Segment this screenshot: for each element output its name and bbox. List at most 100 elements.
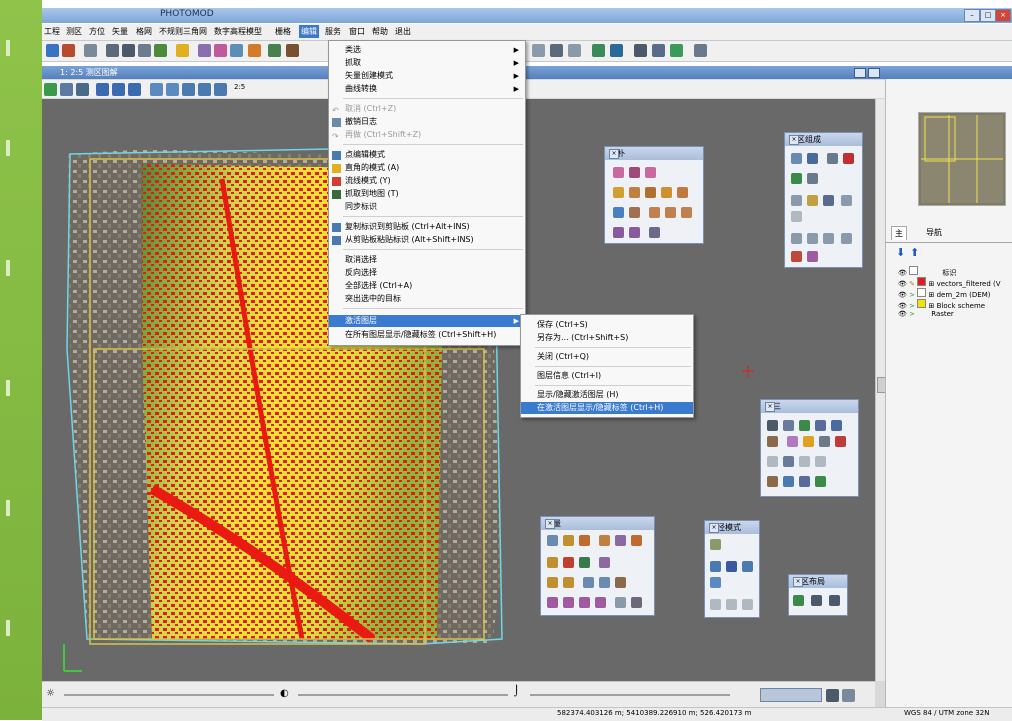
doc-minimize-button[interactable] <box>854 68 866 78</box>
close-icon[interactable]: × <box>709 523 719 533</box>
at-tool-icon[interactable] <box>767 436 778 447</box>
eye-icon[interactable]: 👁 <box>898 302 907 310</box>
table-icon[interactable] <box>122 44 135 57</box>
menu-item-snap[interactable]: 抓取 ▶ <box>329 57 525 69</box>
at-tool-icon[interactable] <box>835 436 846 447</box>
layer-row[interactable]: 👁 > ⊞ Block scheme <box>898 299 985 310</box>
stereo-icon[interactable] <box>138 44 151 57</box>
at-tool-icon[interactable] <box>767 456 778 467</box>
zoom-layer-icon[interactable] <box>214 83 227 96</box>
vector-tool-icon[interactable] <box>547 577 558 588</box>
submenu-item-layer-info[interactable]: 图层信息 (Ctrl+I) <box>521 370 693 382</box>
menu-vector[interactable]: 矢量 <box>112 26 128 37</box>
menu-item-orthogonal[interactable]: 直角的模式 (A) <box>329 162 525 174</box>
grid-view-icon[interactable] <box>112 83 125 96</box>
close-icon[interactable]: × <box>789 135 799 145</box>
redo-icon[interactable] <box>568 44 581 57</box>
eye-icon[interactable]: 👁 <box>898 310 907 318</box>
vector-tool-icon[interactable] <box>595 597 606 608</box>
close-icon[interactable]: × <box>793 577 803 587</box>
topology-icon[interactable] <box>613 227 624 238</box>
vector-tool-icon[interactable] <box>583 577 594 588</box>
menu-grid[interactable]: 格网 <box>136 26 152 37</box>
menu-item-highlight-selected[interactable]: 突出选中的目标 <box>329 293 525 305</box>
magic-icon[interactable] <box>670 44 683 57</box>
layout-tool-icon[interactable] <box>811 595 822 606</box>
options-icon[interactable] <box>842 689 855 702</box>
at-tool-icon[interactable] <box>799 420 810 431</box>
vector-tool-icon[interactable] <box>547 535 558 546</box>
vector-tool-icon[interactable] <box>615 597 626 608</box>
view-mode-buttons[interactable] <box>760 688 822 702</box>
vector-tool-icon[interactable] <box>563 577 574 588</box>
vector-tool-icon[interactable] <box>563 535 574 546</box>
menu-dem[interactable]: 数字高程模型 <box>214 26 262 37</box>
menu-raster[interactable]: 栅格 <box>275 26 291 37</box>
vector-tool-icon[interactable] <box>615 577 626 588</box>
expand-icon[interactable]: ⊞ <box>928 280 934 288</box>
block-tool-icon[interactable] <box>791 233 802 244</box>
tab-main[interactable]: 主 <box>891 226 907 240</box>
layer-add-icon[interactable] <box>592 44 605 57</box>
zoom-extent-icon[interactable] <box>182 83 195 96</box>
close-icon[interactable]: × <box>609 149 619 159</box>
route-tool-icon[interactable] <box>742 561 753 572</box>
close-icon[interactable]: × <box>545 519 555 529</box>
block-tool-icon[interactable] <box>791 153 802 164</box>
maximize-button[interactable]: □ <box>980 9 996 22</box>
menu-item-vector-create-mode[interactable]: 矢量创建模式 ▶ <box>329 70 525 82</box>
menu-item-select[interactable]: 类选 ▶ <box>329 44 525 56</box>
menu-item-copy-markers[interactable]: 复制标识到剪贴板 (Ctrl+Alt+INS) <box>329 221 525 233</box>
block-tool-icon[interactable] <box>807 173 818 184</box>
window-view-icon[interactable] <box>128 83 141 96</box>
eye-icon[interactable]: 👁 <box>898 291 907 299</box>
block-tool-icon[interactable] <box>791 173 802 184</box>
route-tool-icon[interactable] <box>726 599 737 610</box>
menu-item-toggle-labels-all[interactable]: 在所有图层显示/隐藏标签 (Ctrl+Shift+H) <box>329 329 525 341</box>
at-tool-icon[interactable] <box>783 420 794 431</box>
overview-map[interactable] <box>918 112 1006 206</box>
tie-points-icon[interactable] <box>248 44 261 57</box>
topology-icon[interactable] <box>677 187 688 198</box>
topology-icon[interactable] <box>613 207 624 218</box>
open-icon[interactable] <box>46 44 59 57</box>
vector-tool-icon[interactable] <box>599 577 610 588</box>
close-icon[interactable]: × <box>765 402 775 412</box>
vector-tool-icon[interactable] <box>579 557 590 568</box>
vector-tool-icon[interactable] <box>547 597 558 608</box>
route-tool-icon[interactable] <box>710 577 721 588</box>
tab-navigation[interactable]: 导航 <box>923 226 945 239</box>
undo-icon[interactable] <box>532 44 545 57</box>
gamma-slider[interactable] <box>530 694 730 696</box>
layer-row[interactable]: 👁 > Raster <box>898 310 954 318</box>
submenu-item-save-as[interactable]: 另存为... (Ctrl+Shift+S) <box>521 332 693 344</box>
at-tool-icon[interactable] <box>815 456 826 467</box>
block-tool-icon[interactable] <box>841 195 852 206</box>
at-tool-icon[interactable] <box>803 436 814 447</box>
grid-icon[interactable] <box>84 44 97 57</box>
submenu-item-save[interactable]: 保存 (Ctrl+S) <box>521 319 693 331</box>
layout-icon[interactable] <box>634 44 647 57</box>
block-tool-icon[interactable] <box>823 233 834 244</box>
menu-item-snap-to-map[interactable]: 抓取到地图 (T) <box>329 188 525 200</box>
menu-exit[interactable]: 退出 <box>395 26 411 37</box>
at-tool-icon[interactable] <box>783 456 794 467</box>
block-tool-icon[interactable] <box>841 233 852 244</box>
vector-tool-icon[interactable] <box>615 535 626 546</box>
block-tool-icon[interactable] <box>807 251 818 262</box>
submenu-item-close[interactable]: 关闭 (Ctrl+Q) <box>521 351 693 363</box>
move-up-icon[interactable]: ⬆ <box>910 246 919 259</box>
route-tool-icon[interactable] <box>710 539 721 550</box>
menu-item-sync-markers[interactable]: 同步标识 <box>329 201 525 213</box>
tiles-icon[interactable] <box>106 44 119 57</box>
route-tool-icon[interactable] <box>742 599 753 610</box>
block-tool-icon[interactable] <box>807 153 818 164</box>
menu-service[interactable]: 服务 <box>325 26 341 37</box>
eye-icon[interactable]: 👁 <box>898 280 907 288</box>
topology-icon[interactable] <box>629 167 640 178</box>
topology-icon[interactable] <box>629 207 640 218</box>
menu-edit[interactable]: 编辑 <box>299 25 319 38</box>
at-tool-icon[interactable] <box>815 420 826 431</box>
submenu-item-toggle-active-layer[interactable]: 显示/隐藏激活图层 (H) <box>521 389 693 401</box>
at-tool-icon[interactable] <box>799 476 810 487</box>
